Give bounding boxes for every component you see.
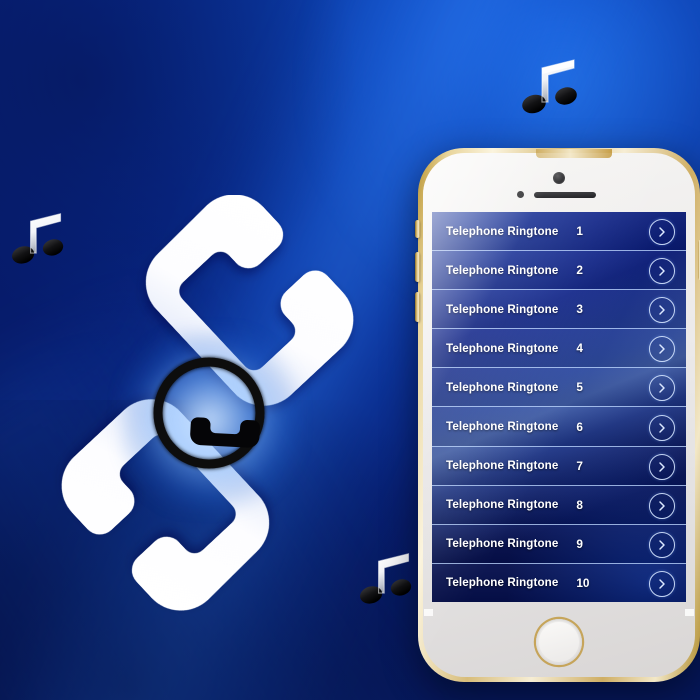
ringtone-row[interactable]: Telephone Ringtone 2 [432, 251, 686, 291]
phone-circle-badge-icon [148, 352, 270, 474]
ringtone-row[interactable]: Telephone Ringtone 7 [432, 446, 686, 486]
chevron-right-icon[interactable] [649, 570, 675, 597]
ringtone-number: 8 [576, 497, 583, 512]
ringtone-list: Telephone Ringtone 1 Telephone Ringtone 2 Te… [432, 212, 686, 602]
ringtone-number: 4 [576, 341, 583, 356]
chevron-right-icon[interactable] [649, 297, 675, 324]
ringtone-number: 7 [576, 458, 583, 473]
ringtone-label: Telephone Ringtone [446, 420, 559, 434]
chevron-right-icon[interactable] [649, 453, 675, 480]
ringtone-row[interactable]: Telephone Ringtone 10 [432, 563, 686, 602]
ringtone-row[interactable]: Telephone Ringtone 8 [432, 485, 686, 525]
music-note-bottom-icon [356, 550, 418, 613]
chevron-right-icon[interactable] [649, 492, 675, 519]
smartphone-mockup: Telephone Ringtone 1 Telephone Ringtone 2 Te… [415, 148, 700, 682]
ringtone-row[interactable]: Telephone Ringtone 6 [432, 407, 686, 447]
chevron-right-icon[interactable] [649, 531, 675, 558]
ringtone-number: 3 [576, 302, 583, 317]
home-button[interactable] [536, 619, 582, 665]
volume-up-button[interactable] [415, 252, 420, 282]
ringtone-label: Telephone Ringtone [446, 302, 559, 316]
ringtone-label: Telephone Ringtone [446, 263, 559, 277]
ringtone-number: 10 [576, 575, 590, 590]
chevron-right-icon[interactable] [649, 375, 675, 402]
front-camera-icon [553, 172, 565, 184]
antenna-band-icon [536, 149, 612, 158]
ringtone-label: Telephone Ringtone [446, 224, 559, 238]
ringtone-label: Telephone Ringtone [446, 576, 559, 590]
volume-down-button[interactable] [415, 292, 420, 322]
phone-screen: Telephone Ringtone 1 Telephone Ringtone 2 Te… [432, 212, 686, 602]
ringtone-row[interactable]: Telephone Ringtone 3 [432, 290, 686, 330]
app-screenshot: Telephone Ringtone 1 Telephone Ringtone 2 Te… [0, 0, 700, 700]
frame-seam-right [685, 609, 694, 616]
ringtone-number: 1 [576, 224, 583, 239]
ringtone-label: Telephone Ringtone [446, 380, 559, 394]
frame-seam-left [424, 609, 433, 616]
ringtone-number: 6 [576, 419, 583, 434]
ringtone-number: 5 [576, 380, 583, 395]
ringtone-number: 9 [576, 536, 583, 551]
chevron-right-icon[interactable] [649, 414, 675, 441]
ringtone-row[interactable]: Telephone Ringtone 9 [432, 524, 686, 564]
ringtone-row[interactable]: Telephone Ringtone 5 [432, 368, 686, 408]
home-button-inner [539, 622, 579, 662]
ringtone-row[interactable]: Telephone Ringtone 1 [432, 212, 686, 252]
ringtone-label: Telephone Ringtone [446, 341, 559, 355]
ringtone-label: Telephone Ringtone [446, 498, 559, 512]
earpiece-speaker-icon [534, 192, 596, 198]
chevron-right-icon[interactable] [649, 258, 675, 285]
ringtone-number: 2 [576, 263, 583, 278]
chevron-right-icon[interactable] [649, 336, 675, 363]
ringtone-label: Telephone Ringtone [446, 537, 559, 551]
phone-top-bezel [434, 164, 684, 212]
music-note-top-right-icon [518, 56, 584, 123]
ringtone-label: Telephone Ringtone [446, 459, 559, 473]
mute-switch-button[interactable] [415, 220, 420, 238]
chevron-right-icon[interactable] [649, 219, 675, 246]
ringtone-row[interactable]: Telephone Ringtone 4 [432, 329, 686, 369]
proximity-sensor-icon [517, 191, 524, 198]
music-note-left-icon [8, 210, 70, 273]
